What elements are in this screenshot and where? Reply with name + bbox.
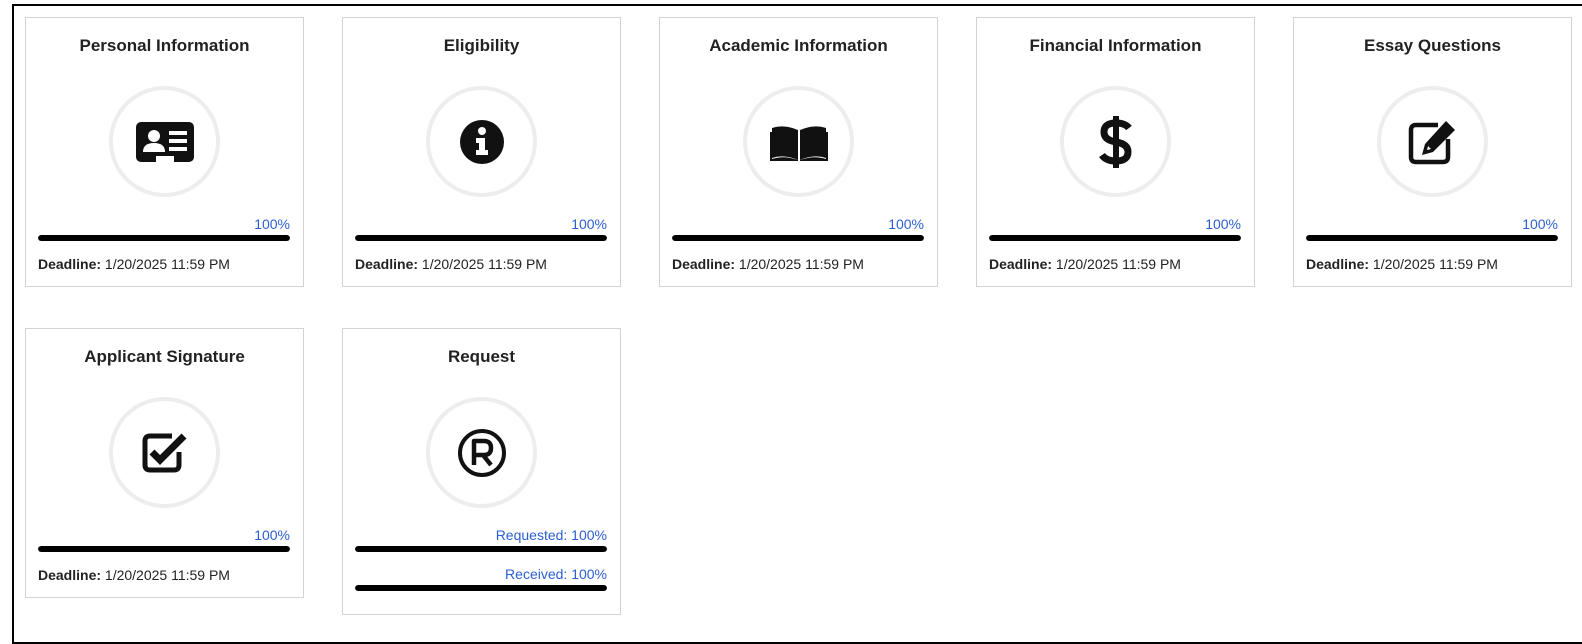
- card-title: Eligibility: [443, 36, 520, 55]
- progress-bar: [355, 235, 607, 241]
- progress-bar-fill: [355, 235, 607, 241]
- card-title: Request: [447, 347, 516, 366]
- icon-circle: [1060, 86, 1171, 197]
- deadline-label: Deadline:: [672, 256, 736, 272]
- progress-bar: [1306, 235, 1558, 241]
- deadline: Deadline: 1/20/2025 11:59 PM: [38, 567, 230, 583]
- deadline: Deadline: 1/20/2025 11:59 PM: [1306, 256, 1498, 272]
- deadline-value: 1/20/2025 11:59 PM: [104, 256, 230, 272]
- icon-circle: [1377, 86, 1488, 197]
- deadline: Deadline: 1/20/2025 11:59 PM: [672, 256, 864, 272]
- deadline-value: 1/20/2025 11:59 PM: [1055, 256, 1181, 272]
- icon-circle: [743, 86, 854, 197]
- deadline: Deadline: 1/20/2025 11:59 PM: [38, 256, 230, 272]
- card-title: Essay Questions: [1363, 36, 1501, 55]
- dollar-icon: [1098, 115, 1132, 168]
- progress-percent: 100%: [571, 216, 607, 232]
- deadline-value: 1/20/2025 11:59 PM: [738, 256, 864, 272]
- card-essay-questions[interactable]: Essay Questions 100% Deadline: 1/20/2025…: [1293, 17, 1572, 287]
- progress-bar: [38, 235, 290, 241]
- deadline-label: Deadline:: [989, 256, 1053, 272]
- progress-percent: 100%: [888, 216, 924, 232]
- card-title: Financial Information: [1029, 36, 1202, 55]
- card-academic-information[interactable]: Academic Information 100% Deadline: 1/20…: [659, 17, 938, 287]
- progress-bar: [989, 235, 1241, 241]
- received-progress-bar-fill: [355, 585, 607, 591]
- progress-bar-fill: [38, 546, 290, 552]
- received-percent: Received: 100%: [505, 566, 607, 582]
- checkbox-icon: [142, 433, 186, 472]
- card-title: Personal Information: [79, 36, 250, 55]
- deadline-value: 1/20/2025 11:59 PM: [104, 567, 230, 583]
- card-title: Academic Information: [709, 36, 888, 55]
- card-applicant-signature[interactable]: Applicant Signature 100% Deadline: 1/20/…: [25, 328, 304, 598]
- icon-circle: [109, 86, 220, 197]
- deadline-label: Deadline:: [38, 567, 102, 583]
- registered-icon: [457, 428, 506, 477]
- icon-circle: [426, 397, 537, 508]
- edit-icon: [1408, 120, 1455, 164]
- requested-percent: Requested: 100%: [495, 527, 607, 543]
- card-personal-information[interactable]: Personal Information 100% Deadline: 1/20…: [25, 17, 304, 287]
- deadline-value: 1/20/2025 11:59 PM: [421, 256, 547, 272]
- icon-circle: [109, 397, 220, 508]
- progress-bar-fill: [672, 235, 924, 241]
- progress-bar-fill: [38, 235, 290, 241]
- progress-percent: 100%: [1205, 216, 1241, 232]
- deadline-label: Deadline:: [355, 256, 419, 272]
- progress-bar: [38, 546, 290, 552]
- card-title: Applicant Signature: [84, 347, 245, 366]
- book-open-icon: [769, 125, 828, 161]
- requested-progress-bar: [355, 546, 607, 552]
- deadline-label: Deadline:: [1306, 256, 1370, 272]
- progress-percent: 100%: [254, 527, 290, 543]
- id-card-icon: [135, 121, 194, 162]
- deadline-value: 1/20/2025 11:59 PM: [1372, 256, 1498, 272]
- progress-percent: 100%: [1522, 216, 1558, 232]
- card-financial-information[interactable]: Financial Information 100% Deadline: 1/2…: [976, 17, 1255, 287]
- progress-bar: [672, 235, 924, 241]
- received-progress-bar: [355, 585, 607, 591]
- requested-progress-bar-fill: [355, 546, 607, 552]
- deadline: Deadline: 1/20/2025 11:59 PM: [355, 256, 547, 272]
- deadline-label: Deadline:: [38, 256, 102, 272]
- card-eligibility[interactable]: Eligibility 100% Deadline: 1/20/2025 11:…: [342, 17, 621, 287]
- icon-circle: [426, 86, 537, 197]
- deadline: Deadline: 1/20/2025 11:59 PM: [989, 256, 1181, 272]
- progress-bar-fill: [989, 235, 1241, 241]
- info-icon: [459, 119, 504, 164]
- card-request[interactable]: Request Requested: 100% Received: 100%: [342, 328, 621, 615]
- progress-percent: 100%: [254, 216, 290, 232]
- progress-bar-fill: [1306, 235, 1558, 241]
